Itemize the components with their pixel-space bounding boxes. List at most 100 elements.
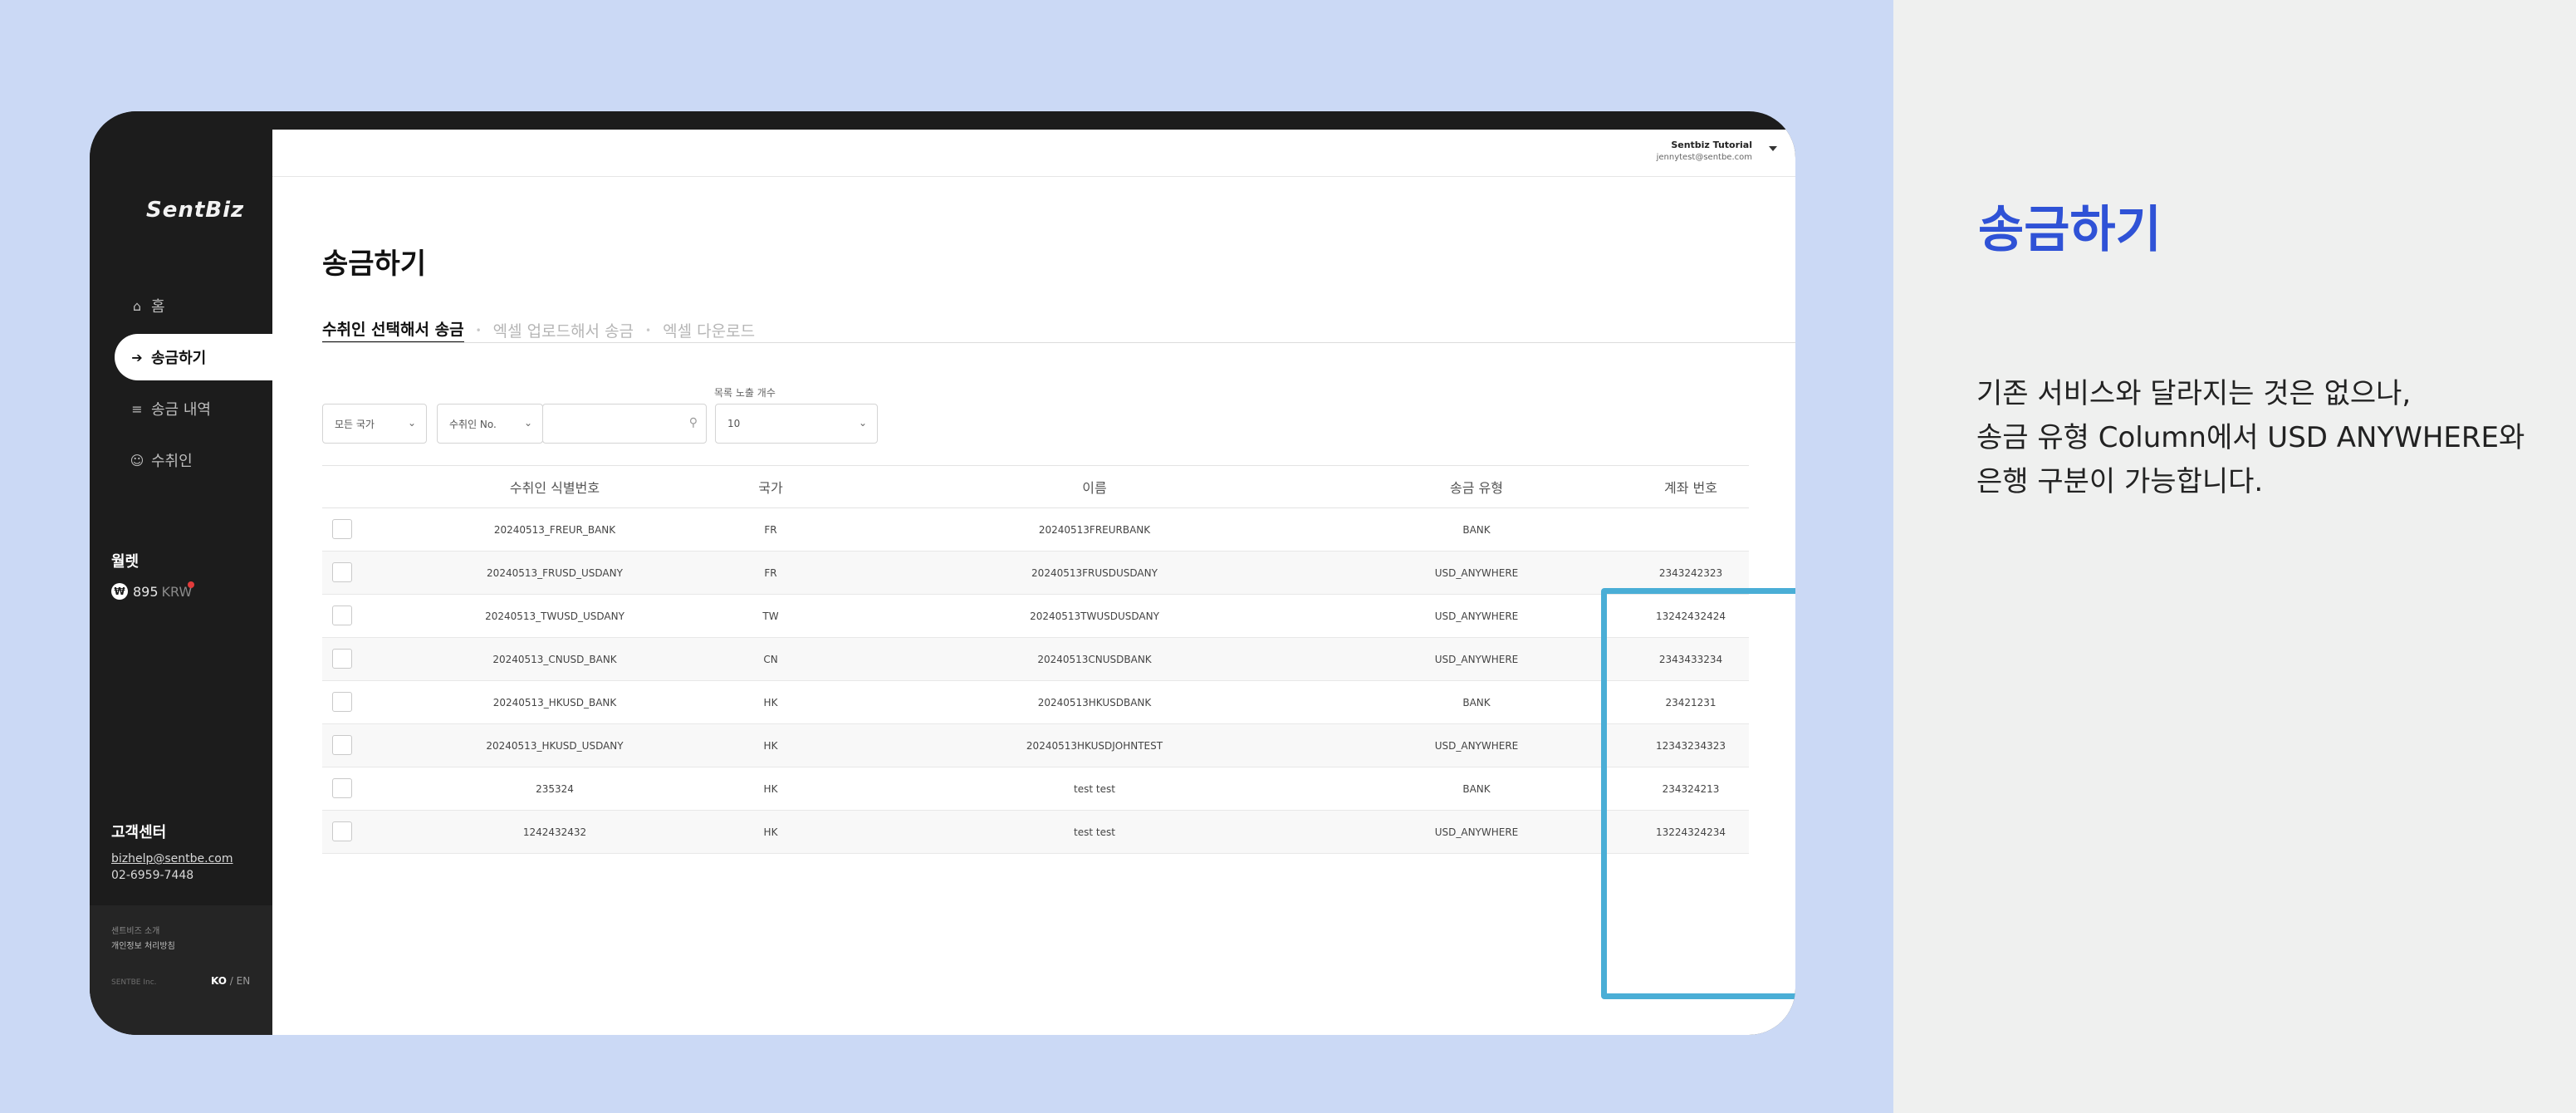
arrow-right-icon: ➔: [131, 349, 143, 365]
cell-name: 20240513TWUSDUSDANY: [1030, 610, 1159, 622]
country-select[interactable]: 모든 국가 ⌄: [322, 404, 427, 444]
page-size-select[interactable]: 10 ⌄: [715, 404, 878, 444]
cell-recipient-id: 20240513_HKUSD_BANK: [492, 696, 617, 708]
side-panel-title: 송금하기: [1978, 201, 2162, 259]
lang-ko[interactable]: KO: [211, 975, 227, 987]
support-title: 고객센터: [111, 824, 167, 841]
nav-item-history[interactable]: ≡ 송금 내역: [90, 385, 272, 432]
nav-item-send[interactable]: ➔ 송금하기: [115, 334, 281, 380]
table-body: 20240513_FREUR_BANK FR 20240513FREURBANK BA…: [322, 508, 1749, 854]
right-background: [1893, 0, 2576, 1113]
nav-item-label: 송금하기: [151, 350, 207, 367]
notification-dot: [188, 581, 194, 588]
lang-en[interactable]: EN: [237, 975, 251, 987]
nav-item-recipients[interactable]: ☺ 수취인: [90, 437, 272, 483]
row-checkbox[interactable]: [332, 606, 352, 625]
cell-recipient-id: 20240513_TWUSD_USDANY: [485, 610, 624, 622]
cell-country: CN: [763, 653, 778, 665]
support-email-link[interactable]: bizhelp@sentbe.com: [111, 852, 233, 865]
won-coin-icon: ₩: [111, 583, 128, 600]
chevron-down-icon: ⌄: [858, 417, 867, 429]
tab-select-recipient[interactable]: 수취인 선택해서 송금: [322, 317, 464, 343]
nav-item-label: 수취인: [151, 453, 193, 470]
page-size-value: 10: [727, 418, 741, 429]
cell-name: 20240513HKUSDJOHNTEST: [1026, 739, 1163, 752]
support-phone: 02-6959-7448: [111, 869, 194, 882]
search-field-select[interactable]: 수취인 No. ⌄: [437, 404, 543, 444]
tab-excel-upload[interactable]: 엑셀 업로드해서 송금: [493, 319, 634, 341]
cell-transfer-type: BANK: [1462, 782, 1491, 795]
header-recipient-id: 수취인 식별번호: [509, 480, 600, 496]
logo[interactable]: SentBiz: [146, 198, 244, 223]
cell-recipient-id: 20240513_FRUSD_USDANY: [487, 566, 623, 579]
account-menu-caret-icon[interactable]: [1769, 146, 1777, 151]
header-name: 이름: [1082, 480, 1107, 496]
table-row[interactable]: 1242432432 HK test test USD_ANYWHERE 1322432…: [322, 811, 1749, 854]
cell-country: TW: [762, 610, 779, 622]
account-email: jennytest@sentbe.com: [1656, 153, 1752, 162]
tab-excel-download[interactable]: 엑셀 다운로드: [663, 319, 755, 341]
nav-item-label: 홈: [151, 298, 165, 316]
cell-country: FR: [764, 566, 777, 579]
cell-name: 20240513FREURBANK: [1038, 523, 1151, 536]
cell-name: test test: [1074, 826, 1115, 838]
row-checkbox[interactable]: [332, 735, 352, 755]
table-row[interactable]: 20240513_CNUSD_BANK CN 20240513CNUSDBANK US…: [322, 638, 1749, 681]
country-select-value: 모든 국가: [335, 418, 375, 430]
cell-recipient-id: 20240513_FREUR_BANK: [493, 523, 616, 536]
nav-item-home[interactable]: ⌂ 홈: [90, 282, 272, 329]
table-row[interactable]: 235324 HK test test BANK 234324213: [322, 767, 1749, 811]
nav-item-label: 송금 내역: [151, 401, 211, 419]
side-panel-line: 송금 유형 Column에서 USD ANYWHERE와: [1976, 421, 2525, 454]
wallet-balance[interactable]: ₩ 895 KRW: [111, 583, 192, 600]
recipient-table: 수취인 식별번호 국가 이름 송금 유형 계좌 번호 20240513_FREU…: [322, 465, 1749, 854]
table-row[interactable]: 20240513_HKUSD_BANK HK 20240513HKUSDBANK BA…: [322, 681, 1749, 724]
row-checkbox[interactable]: [332, 778, 352, 798]
cell-recipient-id: 20240513_HKUSD_USDANY: [486, 739, 624, 752]
transfer-type-highlight-box: [1601, 588, 1795, 999]
header-country: 국가: [758, 480, 783, 496]
wallet-amount: 895: [133, 583, 159, 600]
cell-transfer-type: USD_ANYWHERE: [1434, 610, 1519, 622]
cell-country: FR: [764, 523, 777, 536]
row-checkbox[interactable]: [332, 649, 352, 669]
page-size-label: 목록 노출 개수: [714, 387, 776, 399]
cell-country: HK: [763, 826, 778, 838]
table-row[interactable]: 20240513_TWUSD_USDANY TW 20240513TWUSDUSDA…: [322, 595, 1749, 638]
tab-bar: 수취인 선택해서 송금 • 엑셀 업로드해서 송금 • 엑셀 다운로드: [322, 317, 755, 343]
row-checkbox[interactable]: [332, 692, 352, 712]
cell-recipient-id: 235324: [536, 782, 574, 795]
row-checkbox[interactable]: [332, 562, 352, 582]
about-link[interactable]: 센트비즈 소개: [111, 924, 159, 936]
cell-transfer-type: USD_ANYWHERE: [1434, 739, 1519, 752]
cell-transfer-type: BANK: [1462, 696, 1491, 708]
cell-transfer-type: USD_ANYWHERE: [1434, 653, 1519, 665]
table-row[interactable]: 20240513_HKUSD_USDANY HK 20240513HKUSDJOHN…: [322, 724, 1749, 767]
cell-country: HK: [763, 782, 778, 795]
privacy-link[interactable]: 개인정보 처리방침: [111, 939, 175, 951]
lang-separator: /: [229, 975, 233, 987]
cell-name: 20240513CNUSDBANK: [1037, 653, 1152, 665]
table-row[interactable]: 20240513_FRUSD_USDANY FR 20240513FRUSDUSDA…: [322, 552, 1749, 595]
tab-divider: [322, 342, 1795, 343]
sidebar: SentBiz ⌂ 홈 ➔ 송금하기 ≡ 송금 내역 ☺ 수취인 월렛 ₩ 89…: [90, 111, 281, 1035]
cell-name: test test: [1074, 782, 1115, 795]
side-panel-line: 은행 구분이 가능합니다.: [1976, 465, 2264, 498]
tab-separator: •: [645, 324, 652, 336]
person-icon: ☺: [130, 452, 144, 468]
cell-name: 20240513FRUSDUSDANY: [1031, 566, 1158, 579]
cell-recipient-id: 20240513_CNUSD_BANK: [492, 653, 617, 665]
search-icon[interactable]: ⚲: [689, 416, 698, 429]
row-checkbox[interactable]: [332, 821, 352, 841]
account-name[interactable]: Sentbiz Tutorial: [1671, 140, 1752, 150]
cell-account-number: [1633, 508, 1749, 551]
table-header: 수취인 식별번호 국가 이름 송금 유형 계좌 번호: [322, 465, 1749, 508]
sidebar-footer: 센트비즈 소개 개인정보 처리방침 SENTBE Inc. KO / EN: [90, 905, 272, 1035]
chevron-down-icon: ⌄: [407, 417, 416, 429]
search-input[interactable]: ⚲: [542, 404, 707, 444]
table-row[interactable]: 20240513_FREUR_BANK FR 20240513FREURBANK BA…: [322, 508, 1749, 552]
row-checkbox[interactable]: [332, 519, 352, 539]
main-content: Sentbiz Tutorial jennytest@sentbe.com 송금…: [272, 130, 1795, 1035]
copyright: SENTBE Inc.: [111, 978, 157, 987]
language-switch[interactable]: KO / EN: [211, 975, 250, 987]
